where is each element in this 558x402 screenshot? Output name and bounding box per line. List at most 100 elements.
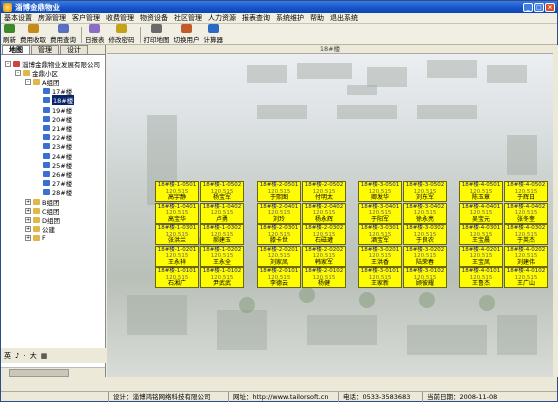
room-cell[interactable]: 18#楼-3-0502 120.515 刘东军 <box>403 181 447 202</box>
tree-node[interactable]: 24#楼 <box>43 151 72 161</box>
room-cell[interactable]: 18#楼-1-0201 120.515 王永祥 <box>155 245 199 267</box>
room-cell[interactable]: 18#楼-2-0201 120.515 刘家凤 <box>257 245 301 267</box>
room-cell[interactable]: 18#楼-4-0502 120.515 于辉日 <box>504 181 548 202</box>
ime-item[interactable]: 英 <box>3 351 12 361</box>
scroll-thumb[interactable] <box>9 369 69 377</box>
room-cell[interactable]: 18#楼-3-0202 120.515 陆荣春 <box>403 245 447 267</box>
tree-node[interactable]: - A组团 <box>25 77 59 87</box>
tree-node[interactable]: 17#楼 <box>43 87 72 96</box>
tree-node[interactable]: - 淄博金鼎物业发展有限公司 <box>5 59 100 69</box>
room-cell[interactable]: 18#楼-2-0402 120.515 杨永辉 <box>302 202 346 224</box>
menu-item[interactable]: 系统维护 <box>273 13 307 23</box>
tree-node[interactable]: 21#楼 <box>43 123 72 133</box>
tree-node[interactable]: 27#楼 <box>43 179 72 188</box>
room-cell[interactable]: 18#楼-4-0402 120.515 张冬奎 <box>504 202 548 224</box>
room-cell[interactable]: 18#楼-1-0501 120.515 高宇静 <box>155 181 199 202</box>
menu-item[interactable]: 物资设备 <box>137 13 171 23</box>
expander-icon[interactable]: + <box>25 207 31 214</box>
room-cell[interactable]: 18#楼-2-0202 120.515 韩家军 <box>302 245 346 267</box>
toolbar-button[interactable]: 费用查询 <box>50 24 76 44</box>
room-cell[interactable]: 18#楼-3-0301 120.515 酒宝军 <box>358 224 402 246</box>
menu-item[interactable]: 退出系统 <box>327 13 361 23</box>
expander-icon[interactable]: - <box>15 69 21 76</box>
room-cell[interactable]: 18#楼-1-0301 120.515 张洪兰 <box>155 224 199 246</box>
tab-item[interactable]: 管理 <box>31 45 59 54</box>
menu-item[interactable]: 人力资源 <box>205 13 239 23</box>
room-cell[interactable]: 18#楼-4-0401 120.515 吴宝元 <box>459 202 503 224</box>
menu-item[interactable]: 房源管理 <box>35 13 69 23</box>
expander-icon[interactable]: + <box>25 198 31 205</box>
tree-node[interactable]: 20#楼 <box>43 114 72 124</box>
expander-icon[interactable]: + <box>25 235 31 242</box>
tree-horizontal-scrollbar[interactable] <box>1 367 105 377</box>
room-cell[interactable]: 18#楼-3-0201 120.515 王洪香 <box>358 245 402 267</box>
toolbar-button[interactable]: 打印地图 <box>144 24 170 44</box>
map-vertical-scrollbar[interactable] <box>553 45 558 377</box>
close-button[interactable]: × <box>545 2 555 12</box>
expander-icon[interactable]: + <box>25 226 31 233</box>
room-cell[interactable]: 18#楼-3-0401 120.515 于阳军 <box>358 202 402 224</box>
menu-item[interactable]: 基本设置 <box>1 13 35 23</box>
room-cell[interactable]: 18#楼-4-0202 120.515 刘建伟 <box>504 245 548 267</box>
tree-node[interactable]: + F <box>25 234 46 243</box>
room-cell[interactable]: 18#楼-3-0102 120.515 顾彼耀 <box>403 267 447 289</box>
room-cell[interactable]: 18#楼-3-0402 120.515 徐永亮 <box>403 202 447 224</box>
tree-node[interactable]: 19#楼 <box>43 105 72 115</box>
tree-node[interactable]: + 公建 <box>25 225 55 234</box>
tree-node[interactable]: 18#楼 <box>43 95 75 106</box>
toolbar-button[interactable]: 刷新 <box>3 24 16 44</box>
room-cell[interactable]: 18#楼-1-0102 120.515 尹武武 <box>200 267 244 289</box>
room-cell[interactable]: 18#楼-1-0502 120.515 杨宝军 <box>200 181 244 202</box>
tree-node[interactable]: 28#楼 <box>43 188 72 197</box>
room-cell[interactable]: 18#楼-4-0201 120.515 王宝凤 <box>459 245 503 267</box>
maximize-button[interactable]: □ <box>534 2 544 12</box>
room-cell[interactable]: 18#楼-1-0402 120.515 卢勇 <box>200 202 244 224</box>
ime-item[interactable]: ▦ <box>40 352 49 360</box>
toolbar-button[interactable]: 计算器 <box>204 24 223 44</box>
room-cell[interactable]: 18#楼-4-0501 120.515 陈玉章 <box>459 181 503 202</box>
ime-item[interactable]: 大 <box>29 351 38 361</box>
expander-icon[interactable]: + <box>25 216 31 223</box>
room-cell[interactable]: 18#楼-2-0401 120.515 刘玲 <box>257 202 301 224</box>
tree-node[interactable]: 22#楼 <box>43 133 72 142</box>
tree-node[interactable]: + D组团 <box>25 215 60 225</box>
room-cell[interactable]: 18#楼-3-0302 120.515 于良农 <box>403 224 447 246</box>
room-cell[interactable]: 18#楼-3-0101 120.515 王家新 <box>358 267 402 289</box>
menu-item[interactable]: 帮助 <box>307 13 327 23</box>
tree-node[interactable]: - 金鼎小区 <box>15 68 58 78</box>
tab-item[interactable]: 设计 <box>60 45 88 54</box>
room-cell[interactable]: 18#楼-4-0302 120.515 于英杰 <box>504 224 548 246</box>
room-cell[interactable]: 18#楼-1-0302 120.515 郝建玉 <box>200 224 244 246</box>
room-cell[interactable]: 18#楼-2-0101 120.515 李德云 <box>257 267 301 289</box>
tree-node[interactable]: 25#楼 <box>43 160 72 170</box>
expander-icon[interactable]: - <box>25 78 31 85</box>
menu-item[interactable]: 报表查询 <box>239 13 273 23</box>
room-cell[interactable]: 18#楼-2-0502 120.515 付明太 <box>302 181 346 202</box>
ime-item[interactable]: · <box>22 352 26 360</box>
room-cell[interactable]: 18#楼-4-0102 120.515 王广山 <box>504 267 548 289</box>
tree-node[interactable]: + C组团 <box>25 206 60 216</box>
toolbar-button[interactable]: 切换用户 <box>174 24 200 44</box>
room-cell[interactable]: 18#楼-4-0301 120.515 王宝晨 <box>459 224 503 246</box>
room-cell[interactable]: 18#楼-2-0501 120.515 于熙图 <box>257 181 301 202</box>
room-cell[interactable]: 18#楼-1-0101 120.515 石湘广 <box>155 267 199 289</box>
tab-item[interactable]: 地图 <box>2 45 30 54</box>
tree-node[interactable]: 23#楼 <box>43 142 72 151</box>
room-cell[interactable]: 18#楼-1-0202 120.515 王永全 <box>200 245 244 267</box>
room-cell[interactable]: 18#楼-4-0101 120.515 王鲁杰 <box>459 267 503 289</box>
expander-icon[interactable]: - <box>5 60 11 67</box>
menu-item[interactable]: 收费管理 <box>103 13 137 23</box>
room-cell[interactable]: 18#楼-2-0301 120.515 滕卡世 <box>257 224 301 246</box>
ime-item[interactable]: ♪ <box>14 352 20 360</box>
toolbar-button[interactable]: 费用收取 <box>20 24 46 44</box>
tree-node[interactable]: 26#楼 <box>43 169 72 179</box>
title-bar[interactable]: 淄博金鼎物业 _ □ × <box>1 1 557 13</box>
minimize-button[interactable]: _ <box>523 2 533 12</box>
room-cell[interactable]: 18#楼-1-0401 120.515 高宝华 <box>155 202 199 224</box>
menu-item[interactable]: 客户管理 <box>69 13 103 23</box>
toolbar-button[interactable]: 修改密码 <box>109 24 135 44</box>
room-cell[interactable]: 18#楼-2-0102 120.515 杨健 <box>302 267 346 289</box>
menu-item[interactable]: 社区管理 <box>171 13 205 23</box>
toolbar-button[interactable]: 日报表 <box>85 24 105 44</box>
room-cell[interactable]: 18#楼-2-0302 120.515 石磁瓘 <box>302 224 346 246</box>
